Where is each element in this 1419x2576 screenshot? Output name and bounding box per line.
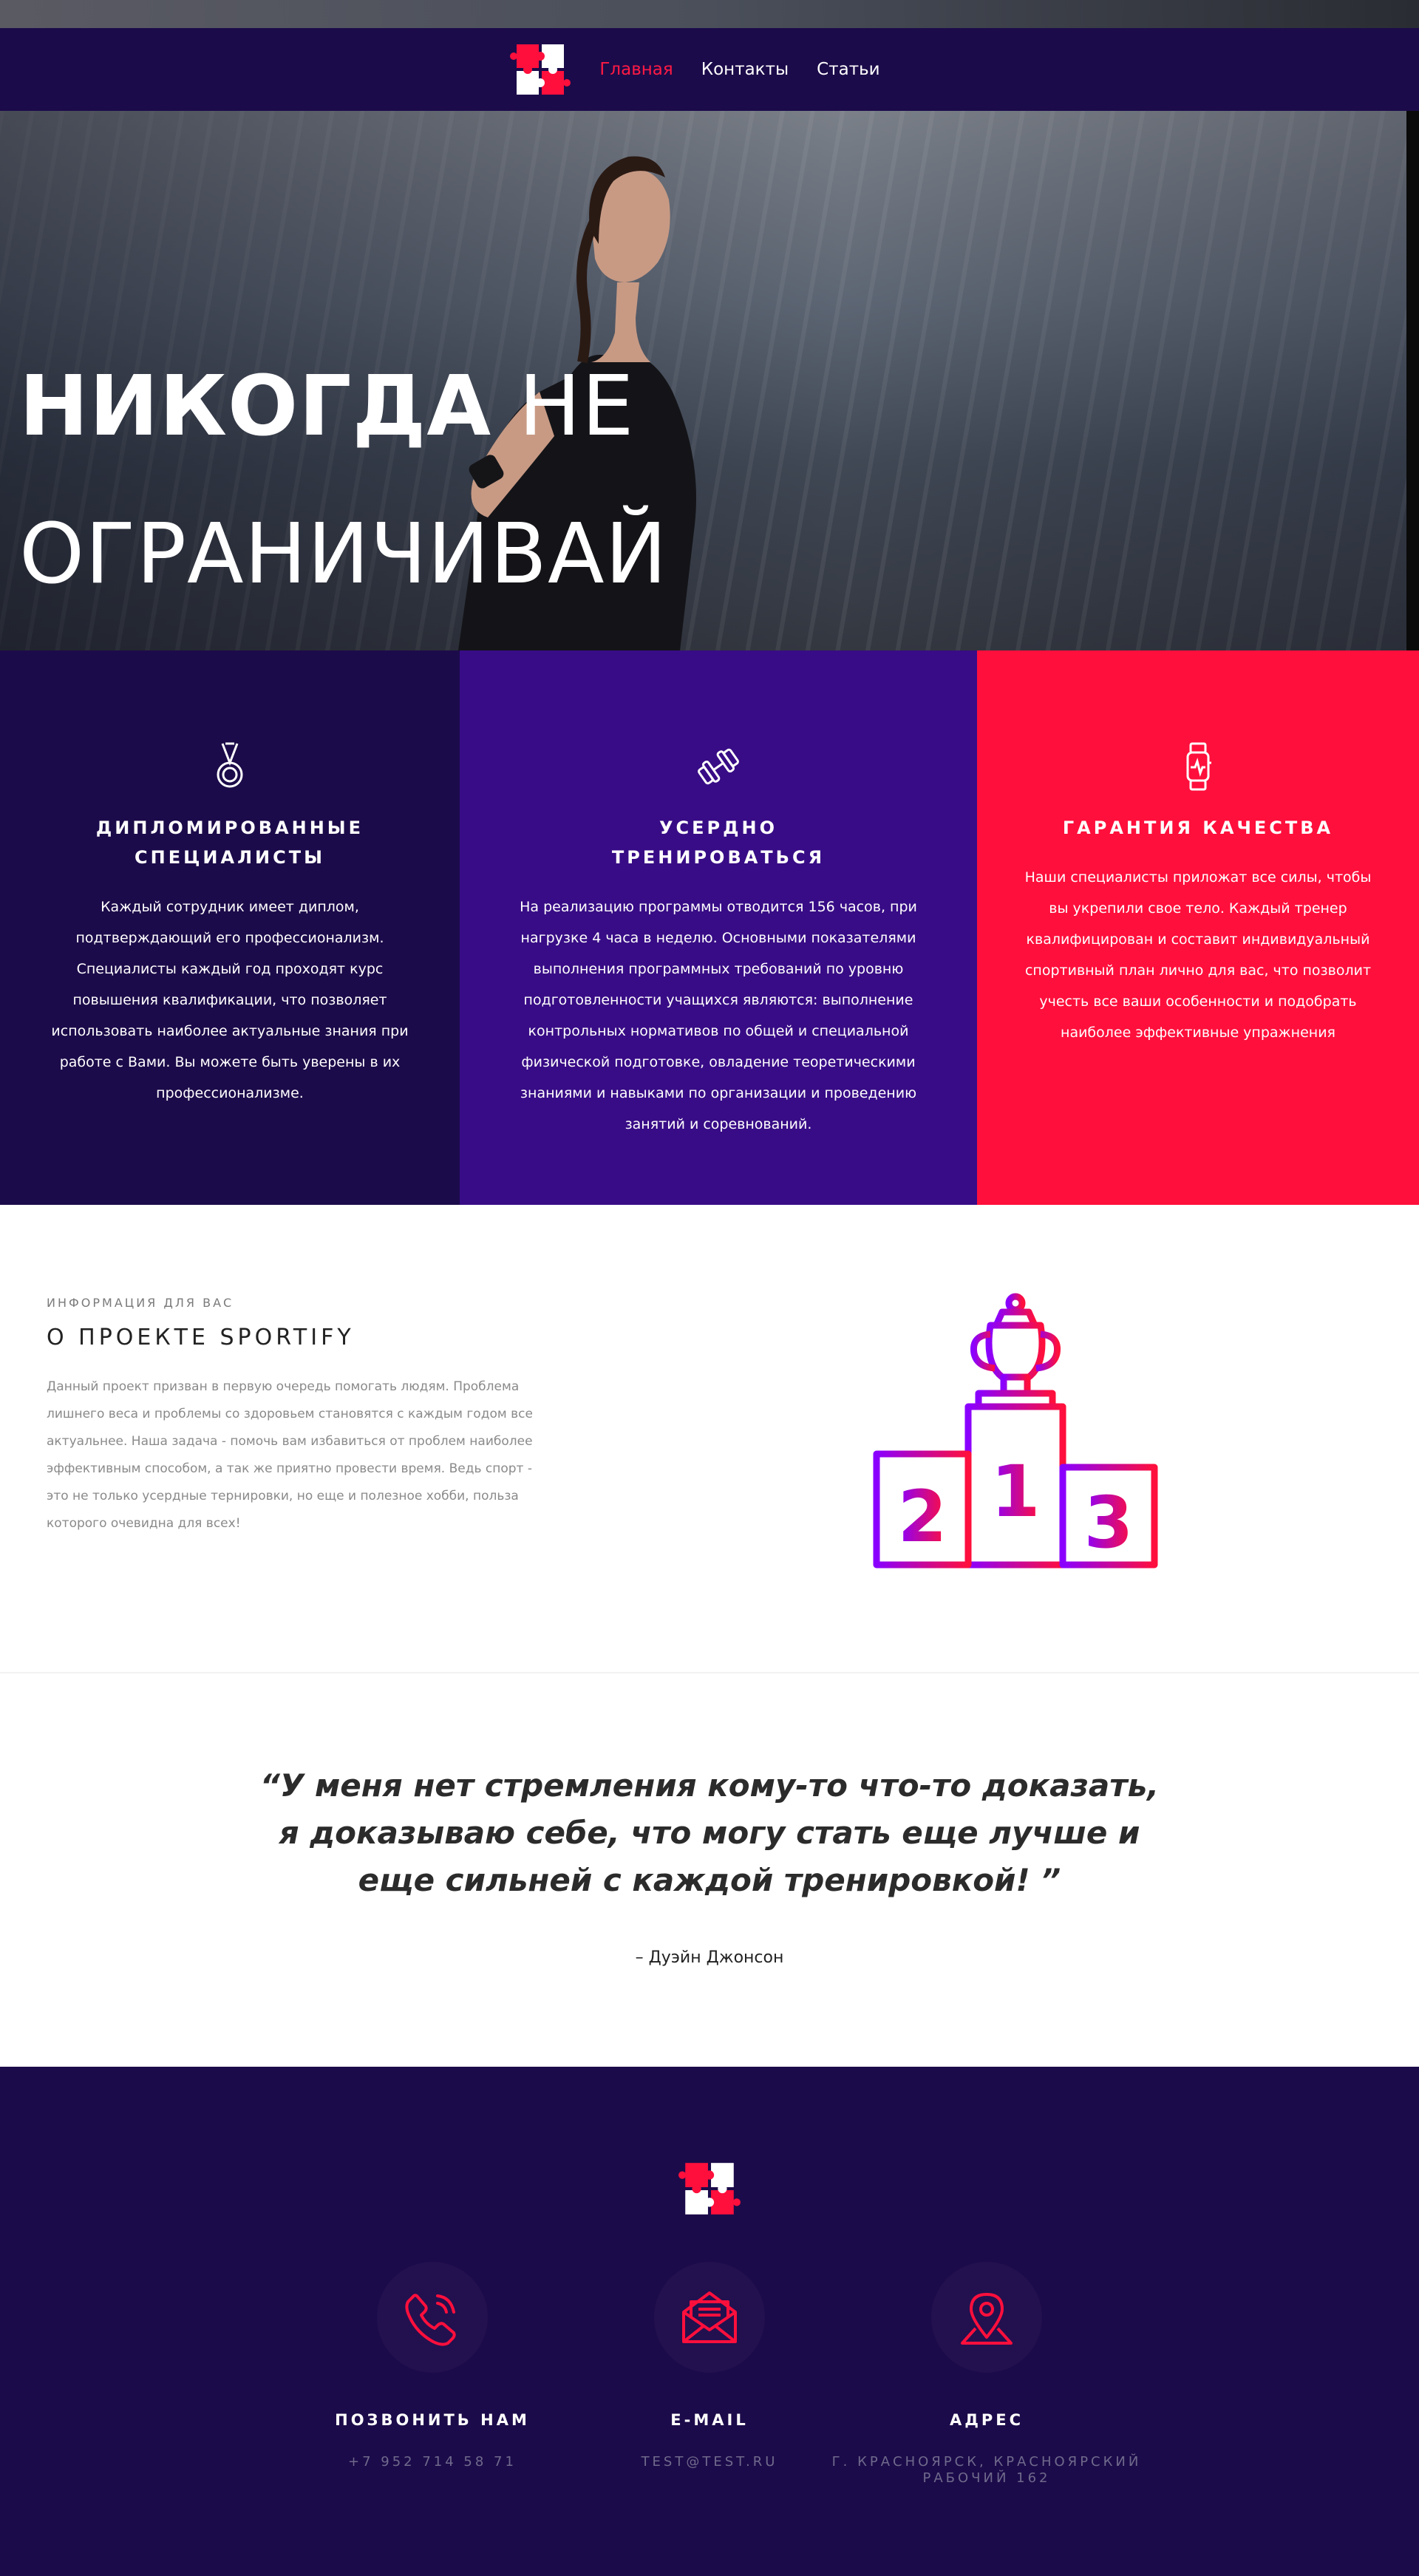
- puzzle-logo-icon[interactable]: [509, 38, 571, 101]
- feature-title: ДИПЛОМИРОВАННЫЕ СПЕЦИАЛИСТЫ: [95, 818, 364, 868]
- hero-title: НИКОГДА НЕ ОГРАНИЧИВАЙ: [19, 333, 667, 628]
- nav-link-home[interactable]: Главная: [599, 60, 673, 79]
- quote-text: “У меня нет стремления кому-то что-то до…: [259, 1767, 1160, 1898]
- features-section: ДИПЛОМИРОВАННЫЕ СПЕЦИАЛИСТЫ Каждый сотру…: [0, 650, 1419, 1205]
- feature-card-quality: ГАРАНТИЯ КАЧЕСТВА Наши специалисты прило…: [977, 650, 1419, 1205]
- footer-contact-address: АДРЕС Г. КРАСНОЯРСК, КРАСНОЯРСКИЙ РАБОЧИ…: [831, 2262, 1142, 2487]
- contact-value: Г. КРАСНОЯРСК, КРАСНОЯРСКИЙ РАБОЧИЙ 162: [831, 2454, 1142, 2486]
- footer: ПОЗВОНИТЬ НАМ +7 952 714 58 71 E-MAIL TE…: [0, 2067, 1419, 2576]
- podium-place-label: 2: [898, 1475, 947, 1558]
- hero-title-line2: ОГРАНИЧИВАЙ: [19, 506, 668, 602]
- main-navigation: Главная Контакты Статьи: [0, 28, 1419, 111]
- about-title: О ПРОЕКТЕ SPORTIFY: [47, 1325, 355, 1350]
- hero-right-edge: [1406, 111, 1419, 650]
- footer-contact-phone: ПОЗВОНИТЬ НАМ +7 952 714 58 71: [277, 2262, 588, 2470]
- nav-link-articles[interactable]: Статьи: [817, 60, 879, 79]
- contact-icon-circle: [654, 2262, 765, 2373]
- email-icon[interactable]: [678, 2286, 741, 2349]
- podium-place-label: 3: [1084, 1481, 1134, 1564]
- hero-banner: НИКОГДА НЕ ОГРАНИЧИВАЙ: [0, 111, 1406, 650]
- feature-text: На реализацию программы отводится 156 ча…: [520, 899, 917, 1132]
- location-pin-icon[interactable]: [955, 2286, 1018, 2349]
- hero-image-top-strip: [0, 0, 1419, 28]
- footer-contact-email: E-MAIL TEST@TEST.RU: [554, 2262, 865, 2470]
- contact-value[interactable]: TEST@TEST.RU: [554, 2454, 865, 2470]
- dumbbell-icon: [698, 748, 739, 785]
- hero-title-rest: НЕ: [518, 358, 635, 455]
- feature-text: Каждый сотрудник имеет диплом, подтвержд…: [51, 899, 409, 1101]
- contact-icon-circle: [377, 2262, 488, 2373]
- contact-title: АДРЕС: [949, 2411, 1024, 2429]
- feature-text: Наши специалисты приложат все силы, чтоб…: [1024, 869, 1372, 1041]
- quote-section: “У меня нет стремления кому-то что-то до…: [0, 1673, 1419, 2067]
- hero-title-bold: НИКОГДА: [19, 358, 492, 455]
- about-section: ИНФОРМАЦИЯ ДЛЯ ВАС О ПРОЕКТЕ SPORTIFY Да…: [0, 1205, 1419, 1672]
- contact-icon-circle: [931, 2262, 1042, 2373]
- nav-link-contacts[interactable]: Контакты: [701, 60, 789, 79]
- feature-title: УСЕРДНО ТРЕНИРОВАТЬСЯ: [611, 818, 826, 868]
- medal-icon: [217, 742, 243, 788]
- about-kicker: ИНФОРМАЦИЯ ДЛЯ ВАС: [47, 1296, 234, 1310]
- contact-value[interactable]: +7 952 714 58 71: [277, 2454, 588, 2470]
- contact-title: ПОЗВОНИТЬ НАМ: [335, 2411, 530, 2429]
- feature-title: ГАРАНТИЯ КАЧЕСТВА: [1062, 818, 1334, 838]
- phone-icon[interactable]: [401, 2286, 464, 2349]
- feature-card-training: УСЕРДНО ТРЕНИРОВАТЬСЯ На реализацию прог…: [460, 650, 977, 1205]
- feature-card-specialists: ДИПЛОМИРОВАННЫЕ СПЕЦИАЛИСТЫ Каждый сотру…: [0, 650, 460, 1205]
- puzzle-logo-icon[interactable]: [678, 2157, 741, 2220]
- about-text: Данный проект призван в первую очередь п…: [47, 1379, 533, 1531]
- smartwatch-icon: [1186, 742, 1211, 791]
- contact-title: E-MAIL: [670, 2411, 749, 2429]
- podium-trophy-icon: 2 1 3: [873, 1293, 1158, 1569]
- quote-author: – Дуэйн Джонсон: [635, 1948, 784, 1967]
- podium-place-label: 1: [991, 1450, 1041, 1533]
